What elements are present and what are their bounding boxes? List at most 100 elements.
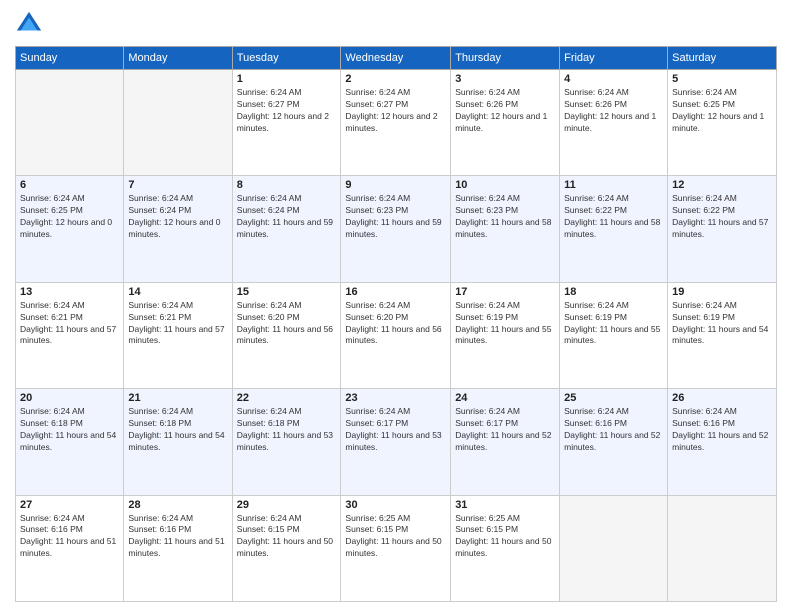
- calendar-header-row: SundayMondayTuesdayWednesdayThursdayFrid…: [16, 47, 777, 70]
- day-number: 10: [455, 179, 555, 191]
- day-info: Sunrise: 6:24 AMSunset: 6:17 PMDaylight:…: [455, 406, 555, 454]
- calendar-cell: 26 Sunrise: 6:24 AMSunset: 6:16 PMDayligh…: [668, 389, 777, 495]
- day-number: 18: [564, 286, 663, 298]
- day-number: 9: [345, 179, 446, 191]
- header: [15, 10, 777, 38]
- calendar-cell: 5 Sunrise: 6:24 AMSunset: 6:25 PMDaylight…: [668, 70, 777, 176]
- day-info: Sunrise: 6:24 AMSunset: 6:27 PMDaylight:…: [345, 87, 446, 135]
- day-info: Sunrise: 6:24 AMSunset: 6:26 PMDaylight:…: [455, 87, 555, 135]
- day-info: Sunrise: 6:24 AMSunset: 6:19 PMDaylight:…: [564, 300, 663, 348]
- day-info: Sunrise: 6:24 AMSunset: 6:22 PMDaylight:…: [672, 193, 772, 241]
- calendar-cell: 15 Sunrise: 6:24 AMSunset: 6:20 PMDayligh…: [232, 282, 341, 388]
- day-number: 15: [237, 286, 337, 298]
- logo: [15, 10, 47, 38]
- day-info: Sunrise: 6:24 AMSunset: 6:20 PMDaylight:…: [345, 300, 446, 348]
- calendar-cell: 24 Sunrise: 6:24 AMSunset: 6:17 PMDayligh…: [451, 389, 560, 495]
- calendar-cell: 1 Sunrise: 6:24 AMSunset: 6:27 PMDaylight…: [232, 70, 341, 176]
- day-number: 5: [672, 73, 772, 85]
- day-info: Sunrise: 6:24 AMSunset: 6:24 PMDaylight:…: [128, 193, 227, 241]
- calendar: SundayMondayTuesdayWednesdayThursdayFrid…: [15, 46, 777, 602]
- day-number: 30: [345, 499, 446, 511]
- calendar-cell: 10 Sunrise: 6:24 AMSunset: 6:23 PMDayligh…: [451, 176, 560, 282]
- day-info: Sunrise: 6:24 AMSunset: 6:19 PMDaylight:…: [672, 300, 772, 348]
- logo-icon: [15, 10, 43, 38]
- day-number: 12: [672, 179, 772, 191]
- calendar-header-tuesday: Tuesday: [232, 47, 341, 70]
- day-info: Sunrise: 6:24 AMSunset: 6:15 PMDaylight:…: [237, 513, 337, 561]
- calendar-cell: [668, 495, 777, 601]
- day-number: 26: [672, 392, 772, 404]
- calendar-cell: 19Sunrise: 6:24 AMSunset: 6:19 PMDayligh…: [668, 282, 777, 388]
- calendar-week-row: 1 Sunrise: 6:24 AMSunset: 6:27 PMDaylight…: [16, 70, 777, 176]
- calendar-cell: 14 Sunrise: 6:24 AMSunset: 6:21 PMDayligh…: [124, 282, 232, 388]
- calendar-header-sunday: Sunday: [16, 47, 124, 70]
- calendar-week-row: 13 Sunrise: 6:24 AMSunset: 6:21 PMDayligh…: [16, 282, 777, 388]
- calendar-week-row: 20 Sunrise: 6:24 AMSunset: 6:18 PMDayligh…: [16, 389, 777, 495]
- day-info: Sunrise: 6:24 AMSunset: 6:21 PMDaylight:…: [128, 300, 227, 348]
- calendar-header-wednesday: Wednesday: [341, 47, 451, 70]
- calendar-cell: 16Sunrise: 6:24 AMSunset: 6:20 PMDayligh…: [341, 282, 451, 388]
- calendar-cell: 3Sunrise: 6:24 AMSunset: 6:26 PMDaylight…: [451, 70, 560, 176]
- day-info: Sunrise: 6:24 AMSunset: 6:25 PMDaylight:…: [672, 87, 772, 135]
- calendar-cell: 13 Sunrise: 6:24 AMSunset: 6:21 PMDayligh…: [16, 282, 124, 388]
- day-number: 20: [20, 392, 119, 404]
- calendar-cell: 18 Sunrise: 6:24 AMSunset: 6:19 PMDayligh…: [560, 282, 668, 388]
- day-info: Sunrise: 6:24 AMSunset: 6:19 PMDaylight:…: [455, 300, 555, 348]
- day-number: 11: [564, 179, 663, 191]
- calendar-header-monday: Monday: [124, 47, 232, 70]
- calendar-cell: 8Sunrise: 6:24 AMSunset: 6:24 PMDaylight…: [232, 176, 341, 282]
- day-info: Sunrise: 6:24 AMSunset: 6:23 PMDaylight:…: [345, 193, 446, 241]
- day-number: 31: [455, 499, 555, 511]
- day-info: Sunrise: 6:24 AMSunset: 6:18 PMDaylight:…: [237, 406, 337, 454]
- day-number: 7: [128, 179, 227, 191]
- calendar-header-saturday: Saturday: [668, 47, 777, 70]
- day-info: Sunrise: 6:24 AMSunset: 6:18 PMDaylight:…: [128, 406, 227, 454]
- day-info: Sunrise: 6:24 AMSunset: 6:26 PMDaylight:…: [564, 87, 663, 135]
- day-number: 24: [455, 392, 555, 404]
- calendar-cell: 20 Sunrise: 6:24 AMSunset: 6:18 PMDayligh…: [16, 389, 124, 495]
- calendar-cell: 25 Sunrise: 6:24 AMSunset: 6:16 PMDayligh…: [560, 389, 668, 495]
- day-number: 23: [345, 392, 446, 404]
- calendar-cell: 4 Sunrise: 6:24 AMSunset: 6:26 PMDaylight…: [560, 70, 668, 176]
- day-info: Sunrise: 6:24 AMSunset: 6:16 PMDaylight:…: [20, 513, 119, 561]
- day-info: Sunrise: 6:24 AMSunset: 6:16 PMDaylight:…: [128, 513, 227, 561]
- day-number: 25: [564, 392, 663, 404]
- day-info: Sunrise: 6:24 AMSunset: 6:16 PMDaylight:…: [672, 406, 772, 454]
- calendar-cell: 21 Sunrise: 6:24 AMSunset: 6:18 PMDayligh…: [124, 389, 232, 495]
- calendar-cell: 23Sunrise: 6:24 AMSunset: 6:17 PMDayligh…: [341, 389, 451, 495]
- day-info: Sunrise: 6:24 AMSunset: 6:22 PMDaylight:…: [564, 193, 663, 241]
- day-info: Sunrise: 6:24 AMSunset: 6:18 PMDaylight:…: [20, 406, 119, 454]
- day-number: 4: [564, 73, 663, 85]
- page: SundayMondayTuesdayWednesdayThursdayFrid…: [0, 0, 792, 612]
- day-number: 14: [128, 286, 227, 298]
- day-info: Sunrise: 6:25 AMSunset: 6:15 PMDaylight:…: [345, 513, 446, 561]
- day-number: 28: [128, 499, 227, 511]
- calendar-cell: 2 Sunrise: 6:24 AMSunset: 6:27 PMDaylight…: [341, 70, 451, 176]
- day-number: 29: [237, 499, 337, 511]
- calendar-header-thursday: Thursday: [451, 47, 560, 70]
- calendar-cell: 11 Sunrise: 6:24 AMSunset: 6:22 PMDayligh…: [560, 176, 668, 282]
- day-number: 13: [20, 286, 119, 298]
- day-info: Sunrise: 6:24 AMSunset: 6:16 PMDaylight:…: [564, 406, 663, 454]
- calendar-cell: 28 Sunrise: 6:24 AMSunset: 6:16 PMDayligh…: [124, 495, 232, 601]
- day-number: 6: [20, 179, 119, 191]
- calendar-cell: [16, 70, 124, 176]
- day-info: Sunrise: 6:24 AMSunset: 6:25 PMDaylight:…: [20, 193, 119, 241]
- calendar-week-row: 27Sunrise: 6:24 AMSunset: 6:16 PMDayligh…: [16, 495, 777, 601]
- calendar-cell: [560, 495, 668, 601]
- calendar-cell: 12 Sunrise: 6:24 AMSunset: 6:22 PMDayligh…: [668, 176, 777, 282]
- day-info: Sunrise: 6:24 AMSunset: 6:27 PMDaylight:…: [237, 87, 337, 135]
- calendar-cell: 6 Sunrise: 6:24 AMSunset: 6:25 PMDaylight…: [16, 176, 124, 282]
- day-info: Sunrise: 6:24 AMSunset: 6:24 PMDaylight:…: [237, 193, 337, 241]
- day-number: 1: [237, 73, 337, 85]
- calendar-cell: 17 Sunrise: 6:24 AMSunset: 6:19 PMDayligh…: [451, 282, 560, 388]
- calendar-cell: 9 Sunrise: 6:24 AMSunset: 6:23 PMDaylight…: [341, 176, 451, 282]
- day-info: Sunrise: 6:24 AMSunset: 6:20 PMDaylight:…: [237, 300, 337, 348]
- day-number: 17: [455, 286, 555, 298]
- calendar-cell: [124, 70, 232, 176]
- calendar-cell: 22Sunrise: 6:24 AMSunset: 6:18 PMDayligh…: [232, 389, 341, 495]
- day-number: 21: [128, 392, 227, 404]
- day-info: Sunrise: 6:24 AMSunset: 6:23 PMDaylight:…: [455, 193, 555, 241]
- day-info: Sunrise: 6:24 AMSunset: 6:21 PMDaylight:…: [20, 300, 119, 348]
- day-number: 2: [345, 73, 446, 85]
